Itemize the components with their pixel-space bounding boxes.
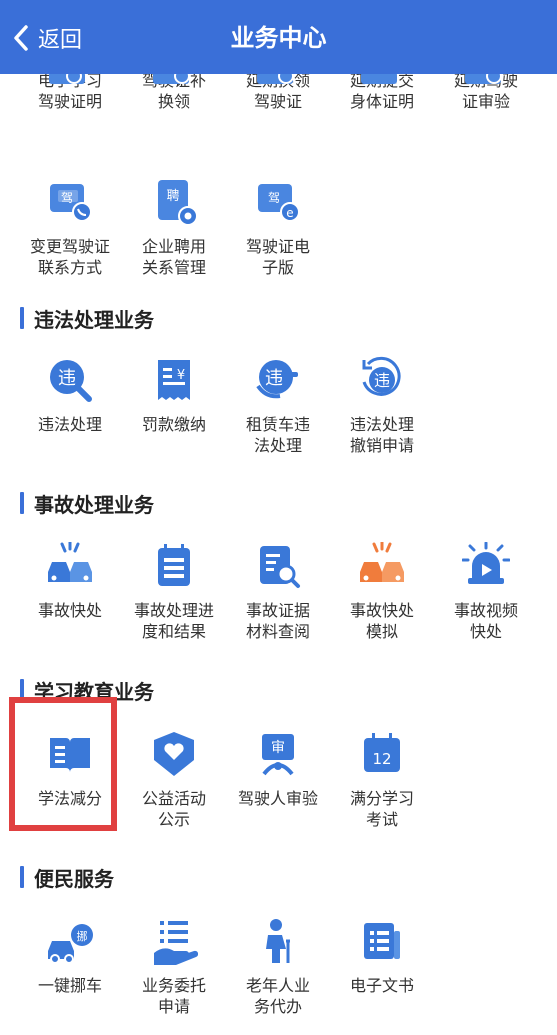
accident-sim-icon bbox=[358, 540, 406, 590]
grid-item-charity[interactable]: 公益活动 公示 bbox=[122, 730, 226, 830]
license-replace-icon bbox=[153, 72, 190, 84]
grid-item-label: 一键挪车 bbox=[37, 976, 102, 995]
accident-progress-icon bbox=[150, 542, 198, 590]
learning-certificate-icon bbox=[49, 72, 85, 84]
section-title: 事故处理业务 bbox=[34, 492, 154, 517]
grid-item-accident-progress[interactable]: 事故处理进 度和结果 bbox=[122, 542, 226, 642]
accident-evidence-icon bbox=[254, 542, 302, 590]
entrust-icon bbox=[150, 917, 199, 965]
grid-item-accident-sim[interactable]: 事故快处 模拟 bbox=[330, 540, 434, 642]
grid-item-accident-quick[interactable]: 事故快处 bbox=[18, 540, 122, 621]
section-title: 便民服务 bbox=[34, 866, 114, 891]
grid-item-e-document[interactable]: 电子文书 bbox=[330, 917, 434, 996]
section-accent-bar bbox=[20, 866, 24, 888]
svg-text:聘: 聘 bbox=[166, 189, 179, 204]
move-car-icon: 挪 bbox=[46, 917, 94, 965]
grid-item-label: 老年人业 务代办 bbox=[245, 976, 310, 1016]
grid-item-entrust[interactable]: 业务委托 申请 bbox=[122, 917, 226, 1017]
grid-item-label: 事故快处 bbox=[37, 601, 102, 620]
grid-item-rental-violation[interactable]: 违 租赁车违 法处理 bbox=[226, 356, 330, 456]
section-accident-header: 事故处理业务 bbox=[20, 490, 154, 517]
employment-icon: 聘 bbox=[150, 178, 198, 226]
grid-item-move-car[interactable]: 挪 一键挪车 bbox=[18, 917, 122, 996]
grid-item-label: 电子文书 bbox=[349, 976, 414, 995]
full-score-exam-icon: 12 bbox=[358, 730, 406, 778]
grid-item-label: 事故视频 快处 bbox=[453, 601, 518, 641]
grid-item-label: 公益活动 公示 bbox=[141, 789, 206, 829]
grid-item-label: 违法处理 bbox=[37, 415, 102, 434]
section-convenience-header: 便民服务 bbox=[20, 864, 114, 891]
grid-item-label: 企业聘用 关系管理 bbox=[141, 237, 206, 277]
svg-text:违: 违 bbox=[374, 371, 390, 390]
section-accent-bar bbox=[20, 307, 24, 329]
grid-item-label: 满分学习 考试 bbox=[349, 789, 414, 829]
license-review-icon bbox=[465, 72, 502, 84]
grid-item-violation[interactable]: 违 违法处理 bbox=[18, 356, 122, 435]
grid-item-label: 事故快处 模拟 bbox=[349, 601, 414, 641]
highlight-frame bbox=[9, 697, 117, 831]
grid-item-employment[interactable]: 聘 企业聘用 关系管理 bbox=[122, 178, 226, 278]
violation-revoke-icon: 违 bbox=[358, 356, 406, 404]
grid-item-fine-payment[interactable]: ¥ 罚款缴纳 bbox=[122, 356, 226, 435]
health-proof-icon bbox=[361, 72, 397, 84]
grid-item-label: 违法处理 撤销申请 bbox=[349, 415, 414, 455]
license-extend-icon bbox=[257, 72, 294, 84]
header-bar: 返回 业务中心 bbox=[0, 0, 557, 74]
svg-text:违: 违 bbox=[265, 368, 283, 389]
contact-change-icon: 驾 bbox=[46, 178, 94, 226]
svg-text:审: 审 bbox=[271, 740, 285, 756]
grid-item-full-score-exam[interactable]: 12 满分学习 考试 bbox=[330, 730, 434, 830]
grid-item-accident-evidence[interactable]: 事故证据 材料查阅 bbox=[226, 542, 330, 642]
section-accent-bar bbox=[20, 492, 24, 514]
grid-item-label: 驾驶证电 子版 bbox=[245, 237, 310, 277]
svg-text:驾: 驾 bbox=[268, 191, 280, 205]
grid-item-contact-change[interactable]: 驾 变更驾驶证 联系方式 bbox=[18, 178, 122, 278]
e-license-icon: 驾e bbox=[254, 178, 302, 226]
driver-review-icon: 审 bbox=[254, 730, 302, 778]
grid-item-label: 事故证据 材料查阅 bbox=[245, 601, 310, 641]
violation-icon: 违 bbox=[46, 356, 94, 404]
grid-item-label: 事故处理进 度和结果 bbox=[133, 601, 214, 641]
grid-item-label: 变更驾驶证 联系方式 bbox=[29, 237, 110, 277]
svg-text:¥: ¥ bbox=[177, 368, 185, 383]
accident-video-icon bbox=[461, 541, 511, 590]
svg-text:驾: 驾 bbox=[61, 191, 73, 205]
accident-quick-icon bbox=[46, 540, 94, 590]
grid-item-accident-video[interactable]: 事故视频 快处 bbox=[434, 541, 538, 642]
page-title: 业务中心 bbox=[230, 24, 327, 52]
grid-item-e-license[interactable]: 驾e 驾驶证电 子版 bbox=[226, 178, 330, 278]
elderly-icon bbox=[254, 917, 302, 965]
grid-item-label: 租赁车违 法处理 bbox=[245, 415, 310, 455]
section-title: 违法处理业务 bbox=[34, 307, 154, 332]
grid-item-label: 罚款缴纳 bbox=[141, 415, 206, 434]
svg-text:e: e bbox=[286, 206, 293, 220]
svg-text:12: 12 bbox=[372, 750, 391, 768]
e-document-icon bbox=[358, 917, 406, 965]
grid-item-violation-revoke[interactable]: 违 违法处理 撤销申请 bbox=[330, 356, 434, 456]
svg-text:挪: 挪 bbox=[77, 929, 88, 943]
rental-violation-icon: 违 bbox=[254, 356, 302, 404]
grid-item-driver-review[interactable]: 审 驾驶人审验 bbox=[226, 730, 330, 809]
charity-icon bbox=[150, 730, 198, 778]
grid-item-label: 业务委托 申请 bbox=[141, 976, 206, 1016]
fine-payment-icon: ¥ bbox=[150, 356, 198, 404]
grid-item-label: 驾驶人审验 bbox=[237, 789, 318, 808]
section-violation-header: 违法处理业务 bbox=[20, 305, 154, 332]
grid-item-elderly[interactable]: 老年人业 务代办 bbox=[226, 917, 330, 1017]
svg-text:违: 违 bbox=[58, 368, 76, 389]
